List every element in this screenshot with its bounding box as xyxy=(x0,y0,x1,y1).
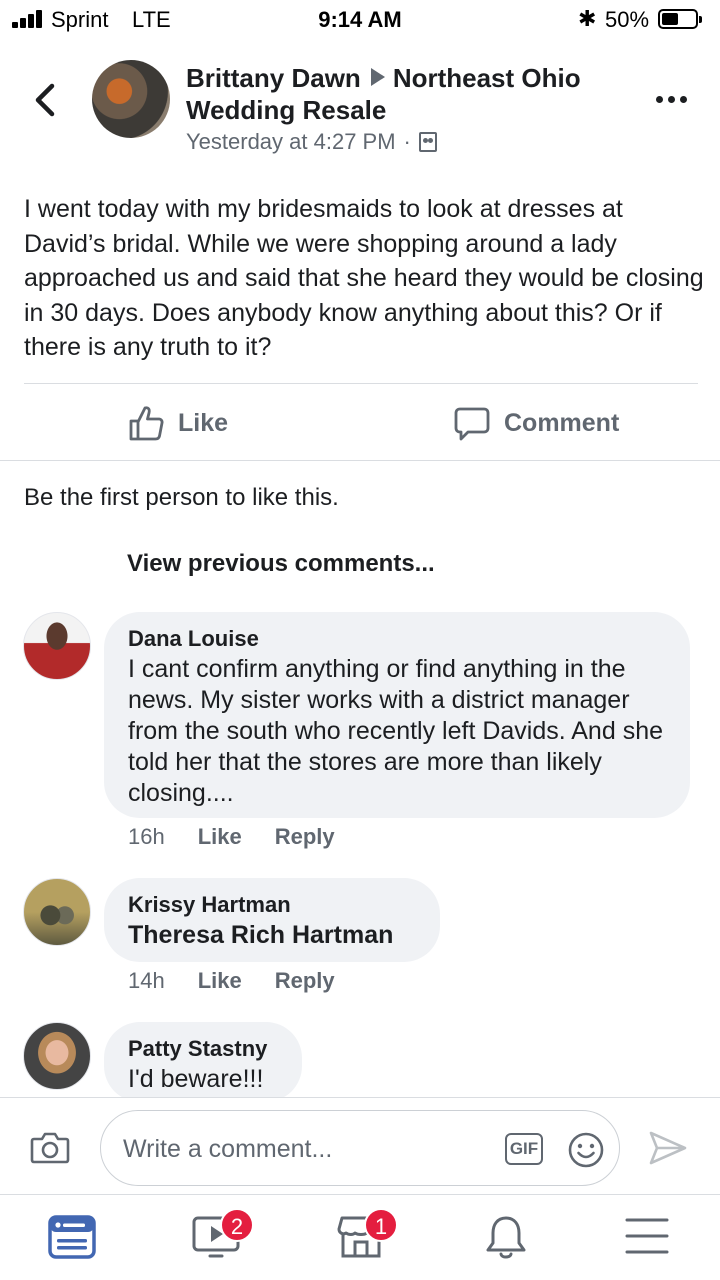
comment-button[interactable]: Comment xyxy=(454,400,619,446)
meta-separator: · xyxy=(403,129,411,154)
hamburger-menu-icon xyxy=(625,1218,669,1254)
chevron-left-icon xyxy=(35,83,55,117)
comment-actions: 14h Like Reply xyxy=(128,968,368,994)
comment-actions: 16h Like Reply xyxy=(128,824,368,850)
send-button[interactable] xyxy=(648,1130,688,1171)
tab-notifications[interactable] xyxy=(482,1214,534,1262)
camera-button[interactable] xyxy=(30,1130,70,1169)
like-button[interactable]: Like xyxy=(128,400,228,446)
bell-icon xyxy=(486,1216,526,1259)
like-label: Like xyxy=(178,408,229,437)
news-feed-icon xyxy=(48,1215,96,1259)
send-icon xyxy=(649,1131,687,1165)
thumbs-up-icon xyxy=(129,406,164,441)
comment-reply-button[interactable]: Reply xyxy=(275,824,335,850)
dot-icon xyxy=(656,95,663,103)
author-avatar[interactable] xyxy=(92,60,170,138)
comment-time: 16h xyxy=(128,824,165,849)
comment-text: I cant confirm anything or find anything… xyxy=(128,655,663,807)
commenter-name[interactable]: Dana Louise xyxy=(128,626,666,652)
comment-bubble[interactable]: Krissy Hartman Theresa Rich Hartman xyxy=(104,878,440,962)
bottom-navigation: 2 1 xyxy=(0,1196,720,1280)
comment-label: Comment xyxy=(504,408,620,437)
commenter-name[interactable]: Patty Stastny xyxy=(128,1036,278,1062)
bluetooth-icon: ✱ xyxy=(578,6,597,31)
comment-like-button[interactable]: Like xyxy=(198,968,242,994)
comment-reply-button[interactable]: Reply xyxy=(275,968,335,994)
comment-input-box[interactable]: GIF xyxy=(100,1110,620,1186)
more-options-button[interactable] xyxy=(656,84,692,114)
comment-bubble[interactable]: Patty Stastny I'd beware!!! xyxy=(104,1022,302,1102)
tab-news-feed[interactable] xyxy=(48,1214,100,1262)
tab-menu[interactable] xyxy=(624,1214,676,1262)
tagged-person-link[interactable]: Theresa Rich Hartman xyxy=(128,920,416,951)
tab-watch[interactable]: 2 xyxy=(192,1208,254,1262)
post-author-line: Brittany Dawn Northeast Ohio Wedding Resa… xyxy=(186,62,636,126)
tab-marketplace[interactable]: 1 xyxy=(336,1208,398,1262)
post-timestamp[interactable]: Yesterday at 4:27 PM xyxy=(186,129,396,155)
arrow-right-icon xyxy=(370,68,385,86)
comment-composer: GIF xyxy=(0,1097,720,1195)
comment-like-button[interactable]: Like xyxy=(198,824,242,850)
likes-summary: Be the first person to like this. xyxy=(24,484,339,511)
dot-icon xyxy=(680,95,687,103)
status-bar: Sprint LTE 9:14 AM ✱ 50% xyxy=(0,0,720,40)
comment-text: I'd beware!!! xyxy=(128,1065,264,1093)
comment-time: 14h xyxy=(128,968,165,993)
emoji-button[interactable] xyxy=(567,1131,605,1174)
battery-percent: 50% xyxy=(605,7,650,32)
back-button[interactable] xyxy=(28,80,64,120)
post-body: I went today with my bridesmaids to look… xyxy=(24,195,704,361)
battery-icon xyxy=(658,9,702,29)
comment-bubble[interactable]: Dana Louise I cant confirm anything or f… xyxy=(104,612,690,818)
commenter-avatar[interactable] xyxy=(23,878,91,946)
dot-icon xyxy=(668,95,675,103)
group-privacy-icon xyxy=(418,132,437,152)
author-name[interactable]: Brittany Dawn xyxy=(186,63,361,93)
notification-badge: 2 xyxy=(220,1208,254,1242)
divider xyxy=(0,460,720,461)
divider xyxy=(24,383,698,384)
camera-icon xyxy=(30,1132,70,1164)
post-meta: Yesterday at 4:27 PM · xyxy=(186,129,437,155)
comment-bubble-icon xyxy=(454,407,490,441)
smiley-icon xyxy=(568,1132,604,1168)
notification-badge: 1 xyxy=(364,1208,398,1242)
view-previous-comments-link[interactable]: View previous comments... xyxy=(127,550,435,578)
commenter-avatar[interactable] xyxy=(23,1022,91,1090)
commenter-name[interactable]: Krissy Hartman xyxy=(128,892,416,918)
commenter-avatar[interactable] xyxy=(23,612,91,680)
gif-button[interactable]: GIF xyxy=(505,1133,543,1165)
comment-input[interactable] xyxy=(123,1131,483,1167)
